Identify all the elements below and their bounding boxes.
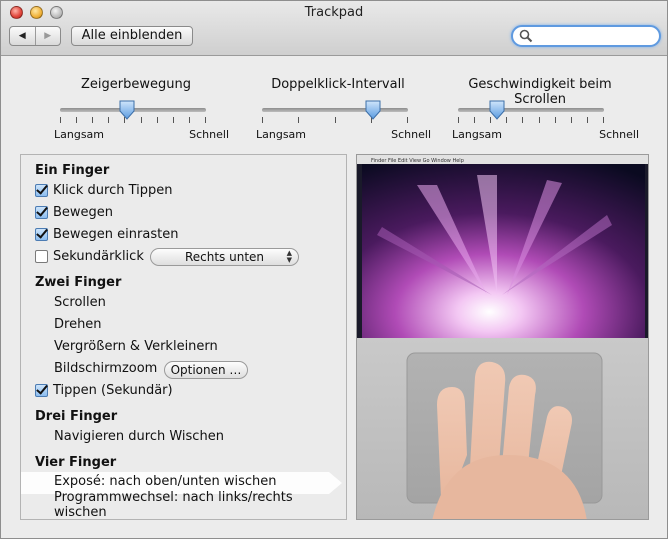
slider-track[interactable] [458,108,604,112]
slider-pointer-speed: Zeigerbewegung Langsam Schnell [43,61,229,146]
section-four-fingers: Vier Finger [35,455,117,470]
slider-tick [587,117,588,123]
option-dragging[interactable]: Bewegen [35,203,113,221]
slider-label: Geschwindigkeit beim Scrollen [468,77,612,107]
slider-tick [189,117,190,123]
gesture-rotate[interactable]: Drehen [54,315,102,333]
slider-tick [141,117,142,123]
slider-ticks [262,117,408,123]
window-title: Trackpad [304,5,364,20]
checkbox-checked[interactable] [35,383,48,397]
slider-tick [335,117,336,123]
slider-track[interactable] [262,108,408,112]
slider-max-label: Schnell [391,128,431,141]
slider-min-label: Langsam [452,128,503,141]
slider-tick [522,117,523,123]
option-tap-to-click[interactable]: Klick durch Tippen [35,181,173,199]
gesture-screen-zoom[interactable]: Bildschirmzoom [54,359,157,377]
slider-tick [60,117,61,123]
option-label: Sekundärklick [53,248,144,264]
slider-thumb[interactable] [365,100,381,120]
slider-tick [92,117,93,123]
forward-button[interactable]: ▶ [34,27,61,45]
option-label: Bewegen [53,204,114,220]
secondary-click-popup[interactable]: Rechts unten ▲ ▼ [150,248,299,266]
checkbox-checked[interactable] [35,205,48,219]
option-secondary-click[interactable]: Sekundärklick [35,247,144,265]
slider-scroll-speed: Geschwindigkeit beim Scrollen Langsam Sc… [441,61,639,146]
checkbox-checked[interactable] [35,183,48,197]
option-label: Tippen (Sekundär) [53,382,173,398]
slider-tick [539,117,540,123]
slider-tick [458,117,459,123]
back-arrow-icon: ◀ [18,31,26,41]
slider-min-label: Langsam [54,128,105,141]
slider-tick [262,117,263,123]
show-all-button[interactable]: Alle einblenden [71,26,193,46]
search-icon [519,29,533,43]
slider-max-label: Schnell [599,128,639,141]
gesture-scroll[interactable]: Scrollen [54,293,106,311]
back-button[interactable]: ◀ [10,27,35,45]
slider-tick [555,117,556,123]
search-input[interactable] [533,28,653,44]
checkbox-unchecked[interactable] [35,249,48,263]
preview-image: Finder File Edit View Go Window Help [357,155,648,519]
slider-tick [571,117,572,123]
slider-tick [603,117,604,123]
section-two-fingers: Zwei Finger [35,275,122,290]
popup-arrows-icon: ▲ ▼ [286,249,292,264]
slider-tick [205,117,206,123]
slider-tick [173,117,174,123]
slider-double-click-speed: Doppelklick-Intervall Langsam Schnell [245,61,431,146]
slider-tick [474,117,475,123]
slider-tick [506,117,507,123]
section-one-finger: Ein Finger [35,163,110,178]
gesture-preview-video: Finder File Edit View Go Window Help [356,154,649,520]
slider-tick [157,117,158,123]
title-bar: Trackpad ◀ ▶ Alle einblenden [1,1,667,56]
slider-tick [76,117,77,123]
slider-min-label: Langsam [256,128,307,141]
gesture-swipe-navigate[interactable]: Navigieren durch Wischen [54,427,224,445]
slider-tick [298,117,299,123]
slider-tick [108,117,109,123]
forward-arrow-icon: ▶ [44,31,52,41]
slider-ticks [458,117,604,123]
option-label: Bewegen einrasten [53,226,179,242]
slider-label: Doppelklick-Intervall [271,77,405,92]
option-label: Klick durch Tippen [53,182,173,198]
gesture-zoom[interactable]: Vergrößern & Verkleinern [54,337,218,355]
section-three-fingers: Drei Finger [35,409,118,424]
slider-label: Zeigerbewegung [81,77,191,92]
popup-value: Rechts unten [184,250,265,264]
trackpad-preferences-window: Trackpad ◀ ▶ Alle einblenden Zeigerbeweg… [0,0,668,539]
search-field[interactable] [511,25,661,47]
gesture-expose-label: Exposé: nach oben/unten wischen [54,474,277,489]
back-forward-control: ◀ ▶ [9,26,61,46]
slider-max-label: Schnell [189,128,229,141]
slider-tick [407,117,408,123]
checkbox-checked[interactable] [35,227,48,241]
aurora-wallpaper [362,164,645,338]
option-tap-secondary[interactable]: Tippen (Sekundär) [35,381,173,399]
slider-thumb[interactable] [489,100,505,120]
preview-menubar-text: Finder File Edit View Go Window Help [371,158,464,164]
gesture-list: Ein Finger Klick durch Tippen Bewegen Be… [20,154,347,520]
screen-zoom-options-button[interactable]: Optionen … [164,361,248,379]
gesture-app-switch[interactable]: Programmwechsel: nach links/rechts wisch… [54,490,346,520]
slider-thumb[interactable] [119,100,135,120]
option-drag-lock[interactable]: Bewegen einrasten [35,225,178,243]
